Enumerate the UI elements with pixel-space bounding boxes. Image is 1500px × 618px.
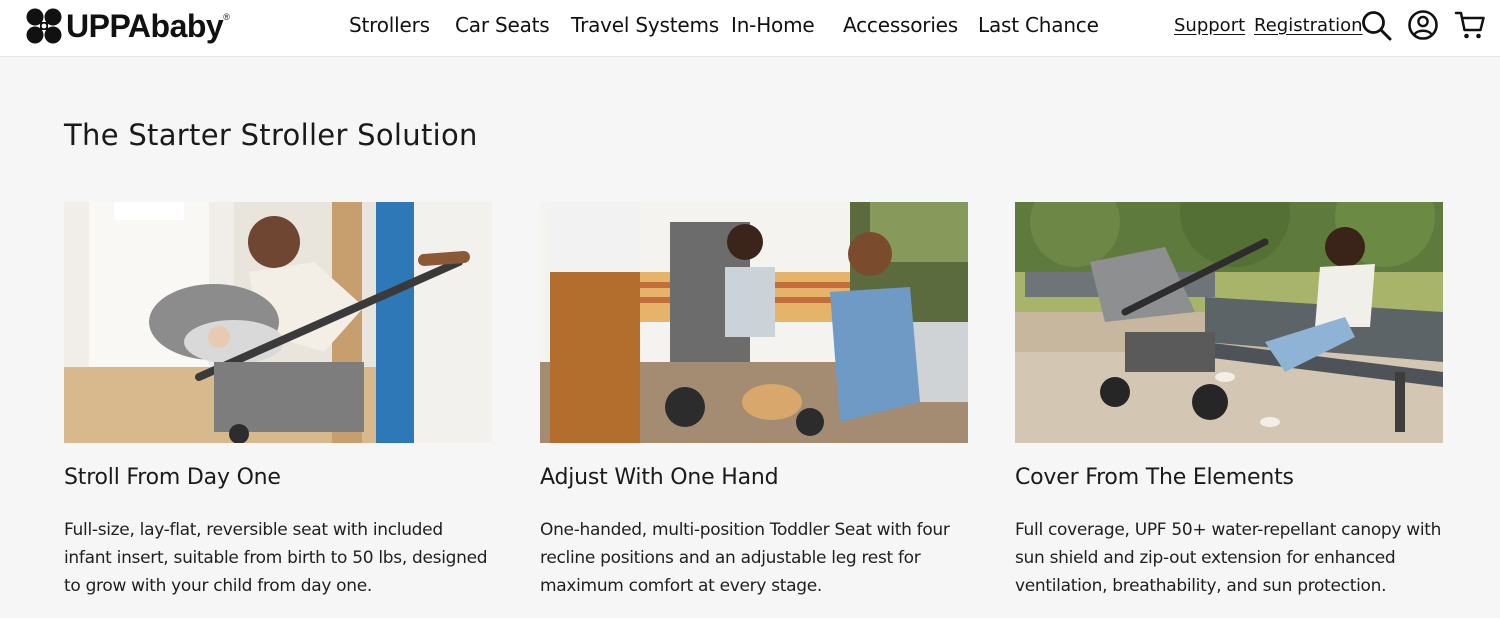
feature-card-cover: Cover From The Elements Full coverage, U… [1015,202,1443,600]
card-description: One-handed, multi-position Toddler Seat … [540,520,950,596]
site-header: UPPAbaby® Strollers Car Seats Travel Sys… [0,0,1500,57]
nav-last-chance[interactable]: Last Chance [978,13,1099,37]
parent-with-infant-in-stroller-photo[interactable] [64,202,492,443]
nav-car-seats[interactable]: Car Seats [455,13,550,37]
support-link[interactable]: Support [1174,15,1245,36]
card-title: Adjust With One Hand [540,465,779,490]
card-description: Full coverage, UPF 50+ water-repellant c… [1015,520,1442,596]
card-title: Cover From The Elements [1015,465,1294,490]
woman-on-park-bench-with-stroller-photo[interactable] [1015,202,1443,443]
nav-travel-systems[interactable]: Travel Systems [571,13,719,37]
nav-strollers[interactable]: Strollers [349,13,430,37]
toddler-in-stroller-porch-photo[interactable] [540,202,968,443]
nav-in-home[interactable]: In-Home [731,13,815,37]
cart-icon[interactable] [1454,9,1486,41]
feature-card-adjust: Adjust With One Hand One-handed, multi-p… [540,202,968,600]
card-title: Stroll From Day One [64,465,281,490]
nav-accessories[interactable]: Accessories [843,13,958,37]
feature-card-stroll: Stroll From Day One Full-size, lay-flat,… [64,202,492,600]
account-icon[interactable] [1407,9,1439,41]
card-description: Full-size, lay-flat, reversible seat wit… [64,520,488,596]
registration-link[interactable]: Registration [1254,15,1363,36]
page-title: The Starter Stroller Solution [64,118,478,152]
search-icon[interactable] [1360,9,1392,41]
